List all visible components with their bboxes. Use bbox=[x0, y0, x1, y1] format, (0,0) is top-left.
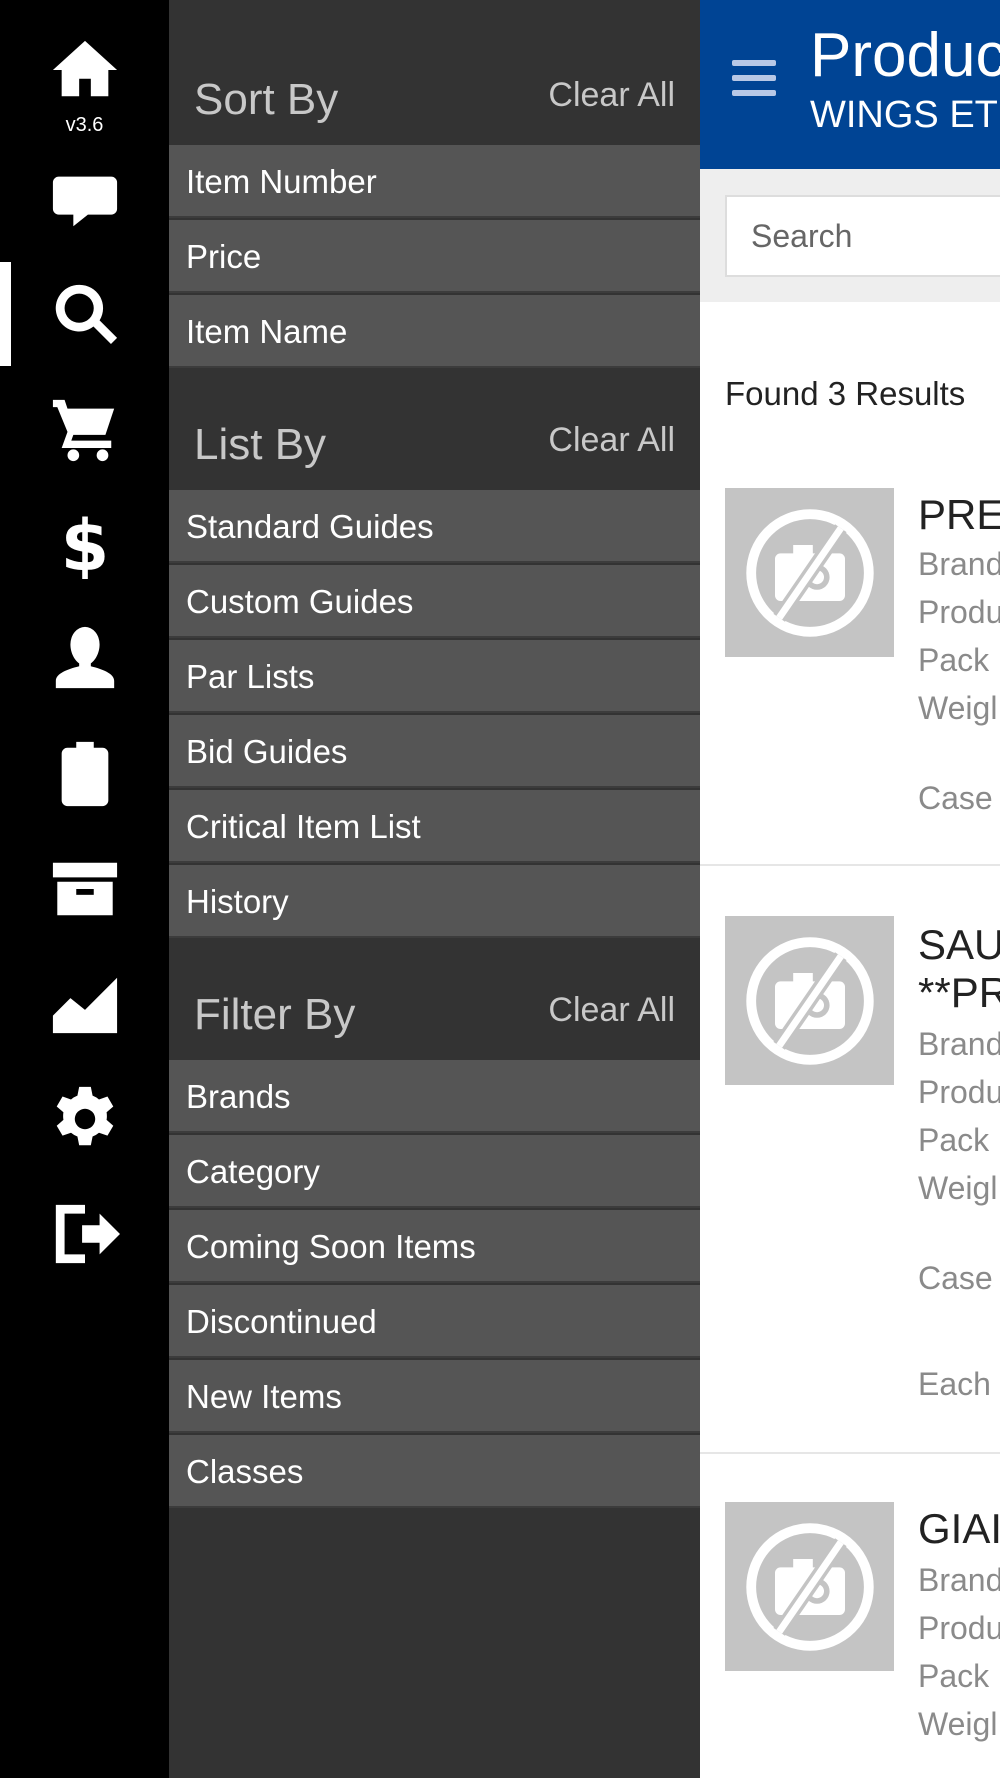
sort-option-item-number[interactable]: Item Number bbox=[169, 145, 700, 218]
product-brand: Brand bbox=[918, 1026, 1000, 1062]
search-input[interactable] bbox=[725, 195, 1000, 277]
main-content: Produc WINGS ET Found 3 Results PRET Bra… bbox=[700, 0, 1000, 1778]
settings-button[interactable] bbox=[0, 1064, 169, 1174]
home-button[interactable] bbox=[0, 25, 169, 115]
list-clear-all-button[interactable]: Clear All bbox=[548, 421, 675, 460]
home-icon bbox=[52, 40, 117, 97]
filter-by-title: Filter By bbox=[194, 990, 356, 1039]
sort-by-header: Sort By Clear All bbox=[169, 5, 700, 145]
product-case-price: Case bbox=[918, 1260, 993, 1296]
product-weight: Weigl bbox=[918, 690, 998, 726]
list-option-standard-guides[interactable]: Standard Guides bbox=[169, 490, 700, 563]
filter-option-brands[interactable]: Brands bbox=[169, 1060, 700, 1133]
gear-icon bbox=[56, 1086, 113, 1146]
list-by-title: List By bbox=[194, 420, 327, 469]
search-icon bbox=[55, 284, 117, 345]
logout-button[interactable] bbox=[0, 1179, 169, 1289]
sort-option-price[interactable]: Price bbox=[169, 220, 700, 293]
sort-clear-all-button[interactable]: Clear All bbox=[548, 76, 675, 115]
app-header: Produc WINGS ET bbox=[700, 0, 1000, 169]
product-pack: Pack bbox=[918, 642, 990, 678]
list-option-critical-item-list[interactable]: Critical Item List bbox=[169, 790, 700, 863]
filter-option-new-items[interactable]: New Items bbox=[169, 1360, 700, 1433]
product-each-price: Each bbox=[918, 1366, 991, 1402]
product-name: SAU bbox=[918, 921, 1000, 968]
page-title: Produc bbox=[810, 21, 1000, 90]
filter-option-category[interactable]: Category bbox=[169, 1135, 700, 1208]
product-card[interactable]: PRET Brand Produ Pack Weigl Case bbox=[700, 462, 1000, 866]
product-image-placeholder bbox=[725, 916, 894, 1085]
logout-icon bbox=[55, 1204, 120, 1264]
list-option-par-lists[interactable]: Par Lists bbox=[169, 640, 700, 713]
version-label: v3.6 bbox=[65, 114, 104, 136]
clipboard-icon bbox=[61, 741, 108, 807]
product-brand: Brand bbox=[918, 1562, 1000, 1598]
product-name-line2: **PR bbox=[918, 969, 1000, 1016]
product-weight: Weigl bbox=[918, 1170, 998, 1206]
icon-rail: v3.6 $ bbox=[0, 0, 169, 1778]
filter-by-header: Filter By Clear All bbox=[169, 920, 700, 1060]
no-photo-icon bbox=[745, 508, 874, 637]
product-name: GIAI bbox=[918, 1505, 1000, 1552]
pricing-button[interactable]: $ bbox=[0, 489, 169, 599]
hamburger-menu-icon[interactable] bbox=[732, 60, 776, 100]
messages-button[interactable] bbox=[0, 145, 169, 255]
cart-icon bbox=[52, 399, 114, 462]
orders-button[interactable] bbox=[0, 719, 169, 829]
product-pack: Pack bbox=[918, 1122, 990, 1158]
dollar-icon: $ bbox=[60, 509, 109, 579]
no-photo-icon bbox=[745, 1522, 874, 1651]
product-code: Produ bbox=[918, 594, 1000, 630]
product-name: PRET bbox=[918, 491, 1000, 538]
product-image-placeholder bbox=[725, 1502, 894, 1671]
archive-button[interactable] bbox=[0, 834, 169, 944]
reports-button[interactable] bbox=[0, 949, 169, 1059]
page-subtitle: WINGS ET bbox=[810, 94, 998, 136]
product-image-placeholder bbox=[725, 488, 894, 657]
filter-option-discontinued[interactable]: Discontinued bbox=[169, 1285, 700, 1358]
user-icon bbox=[55, 626, 114, 689]
sort-by-title: Sort By bbox=[194, 75, 339, 124]
search-button[interactable] bbox=[0, 259, 169, 369]
filter-option-coming-soon-items[interactable]: Coming Soon Items bbox=[169, 1210, 700, 1283]
account-button[interactable] bbox=[0, 604, 169, 714]
product-pack: Pack bbox=[918, 1658, 990, 1694]
filter-panel: Sort By Clear All Item Number Price Item… bbox=[169, 0, 700, 1778]
product-code: Produ bbox=[918, 1074, 1000, 1110]
search-bar bbox=[700, 169, 1000, 302]
chat-icon bbox=[52, 176, 117, 227]
product-card[interactable]: GIAI Brand Produ Pack Weigl bbox=[700, 1454, 1000, 1778]
archive-icon bbox=[52, 862, 117, 916]
filter-option-classes[interactable]: Classes bbox=[169, 1435, 700, 1508]
svg-text:$: $ bbox=[60, 509, 109, 579]
no-photo-icon bbox=[745, 936, 874, 1065]
chart-icon bbox=[52, 977, 117, 1034]
product-brand: Brand bbox=[918, 546, 1000, 582]
list-option-bid-guides[interactable]: Bid Guides bbox=[169, 715, 700, 788]
product-card[interactable]: SAU **PR Brand Produ Pack Weigl Case Eac… bbox=[700, 866, 1000, 1454]
result-count: Found 3 Results bbox=[725, 375, 966, 412]
product-case-price: Case bbox=[918, 780, 993, 816]
product-weight: Weigl bbox=[918, 1706, 998, 1742]
list-option-custom-guides[interactable]: Custom Guides bbox=[169, 565, 700, 638]
product-code: Produ bbox=[918, 1610, 1000, 1646]
list-by-header: List By Clear All bbox=[169, 350, 700, 490]
filter-clear-all-button[interactable]: Clear All bbox=[548, 991, 675, 1030]
cart-button[interactable] bbox=[0, 374, 169, 484]
